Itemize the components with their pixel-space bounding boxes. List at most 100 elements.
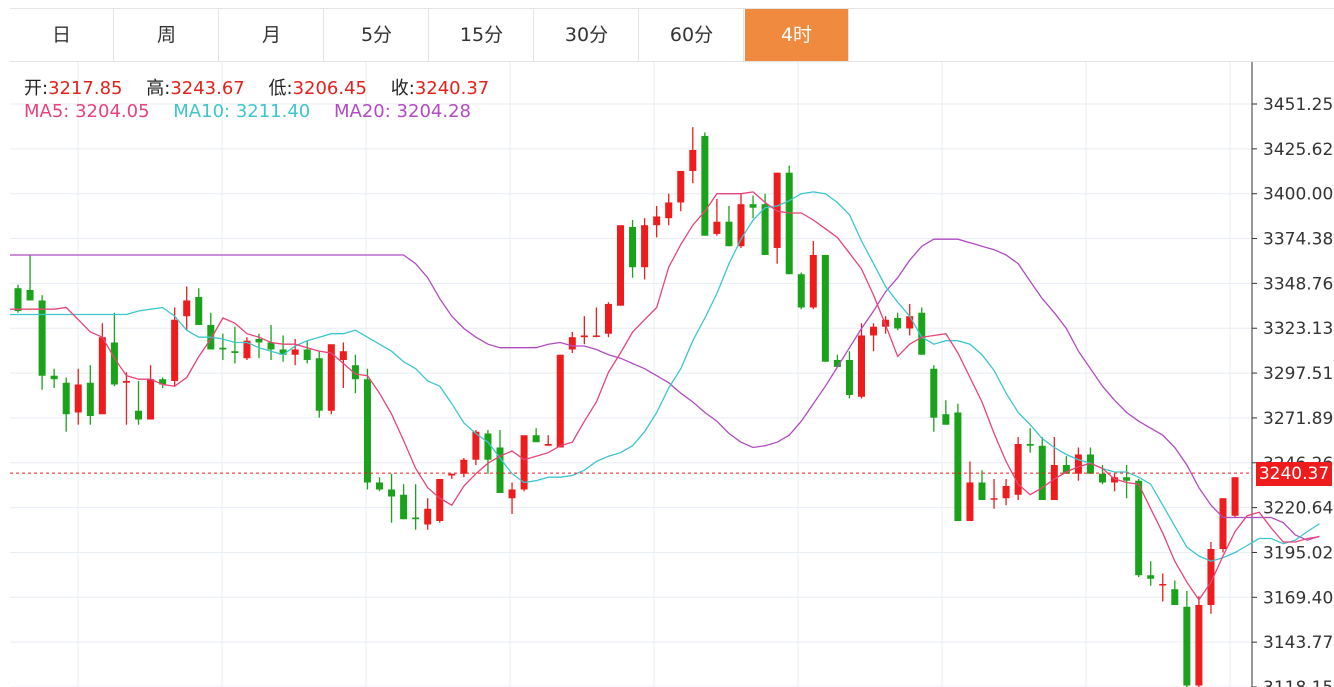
candle-body xyxy=(400,494,408,520)
candle-body xyxy=(74,384,82,413)
candle-body xyxy=(773,172,781,248)
y-tick-label: 3323.13 xyxy=(1263,319,1333,339)
candle xyxy=(183,286,191,331)
candle xyxy=(1074,447,1082,481)
candle-body xyxy=(339,351,347,360)
candle-body xyxy=(183,300,191,317)
y-tick-label: 3425.62 xyxy=(1263,140,1333,160)
low-value: 3206.45 xyxy=(292,78,368,99)
candle-body xyxy=(98,337,106,415)
candle xyxy=(363,368,371,490)
candle xyxy=(436,478,444,523)
candle xyxy=(219,333,227,360)
candle-body xyxy=(617,225,624,306)
y-tick-label: 3118.15 xyxy=(1263,678,1333,687)
candle xyxy=(1171,580,1179,606)
candle-body xyxy=(86,382,94,416)
candle xyxy=(701,132,709,236)
candle-body xyxy=(1159,583,1167,586)
candle xyxy=(291,338,299,366)
y-tick-label: 3374.38 xyxy=(1263,230,1333,250)
candle xyxy=(954,403,962,521)
candle xyxy=(1026,428,1034,453)
candle-body xyxy=(195,296,203,325)
y-tick-label: 3400.00 xyxy=(1263,185,1333,205)
candle xyxy=(556,354,564,448)
candle-body xyxy=(363,379,371,483)
candle-body xyxy=(713,221,721,234)
candle xyxy=(207,312,215,350)
candle xyxy=(1135,478,1143,577)
candle xyxy=(797,272,805,310)
candle-body xyxy=(942,414,950,425)
candle xyxy=(845,351,853,399)
candle xyxy=(388,473,396,523)
candle-body xyxy=(1231,477,1239,516)
ma20-label: MA20: xyxy=(334,101,391,122)
candle-body xyxy=(388,489,396,497)
candle xyxy=(86,365,94,425)
candle xyxy=(858,323,865,399)
candle-body xyxy=(665,202,673,219)
candle xyxy=(580,316,588,345)
candle-body xyxy=(761,204,769,255)
candle xyxy=(629,219,637,278)
candle xyxy=(870,323,878,352)
candle-body xyxy=(460,459,468,474)
candle-body xyxy=(894,317,902,329)
candle xyxy=(544,435,552,446)
candles-group xyxy=(14,127,1239,687)
candle xyxy=(942,400,950,425)
ma10-line xyxy=(10,191,1320,562)
candle-body xyxy=(930,368,938,418)
candle-body xyxy=(954,412,962,521)
ma10-value: 3211.40 xyxy=(235,101,311,122)
candle xyxy=(50,368,58,388)
candle-body xyxy=(809,254,817,308)
candle-body xyxy=(1183,606,1191,686)
candle-body xyxy=(604,303,612,334)
candle xyxy=(785,165,793,275)
y-tick-label: 3271.89 xyxy=(1263,409,1333,429)
candle-body xyxy=(1147,575,1155,579)
candle xyxy=(990,478,998,509)
candle-body xyxy=(906,316,914,329)
candle-body xyxy=(1026,443,1034,446)
chart-grid xyxy=(10,62,1252,687)
candle xyxy=(460,457,468,478)
candle xyxy=(243,337,251,360)
candle xyxy=(821,254,829,362)
candle xyxy=(617,225,624,306)
candle-body xyxy=(38,300,46,376)
candle-body xyxy=(412,517,420,520)
candle xyxy=(689,127,697,184)
candle xyxy=(713,198,721,236)
candle-body xyxy=(701,135,709,236)
candle-body xyxy=(990,498,998,500)
candle xyxy=(14,284,22,313)
candle-body xyxy=(725,221,733,247)
candle xyxy=(400,484,408,520)
candle xyxy=(833,354,841,367)
candle-body xyxy=(870,326,878,336)
candle-body xyxy=(1123,477,1131,481)
candle xyxy=(1002,478,1010,506)
candle-body xyxy=(26,289,34,301)
candle xyxy=(1147,561,1155,586)
candle-body xyxy=(966,482,974,521)
candle-body xyxy=(580,335,588,338)
y-tick-label: 3451.25 xyxy=(1263,95,1333,115)
candle xyxy=(1195,596,1203,687)
candle-body xyxy=(219,347,227,350)
candle-body xyxy=(135,410,142,420)
candle-body xyxy=(797,274,805,308)
ma10-label: MA10: xyxy=(173,101,231,122)
candle xyxy=(1231,477,1239,518)
candle xyxy=(135,380,142,425)
current-price-tag: 3240.37 xyxy=(1256,462,1332,486)
ma20-value: 3204.28 xyxy=(396,101,471,122)
candle-body xyxy=(291,349,299,355)
candle-body xyxy=(315,358,323,411)
candle-body xyxy=(785,172,793,275)
candle xyxy=(773,172,781,264)
